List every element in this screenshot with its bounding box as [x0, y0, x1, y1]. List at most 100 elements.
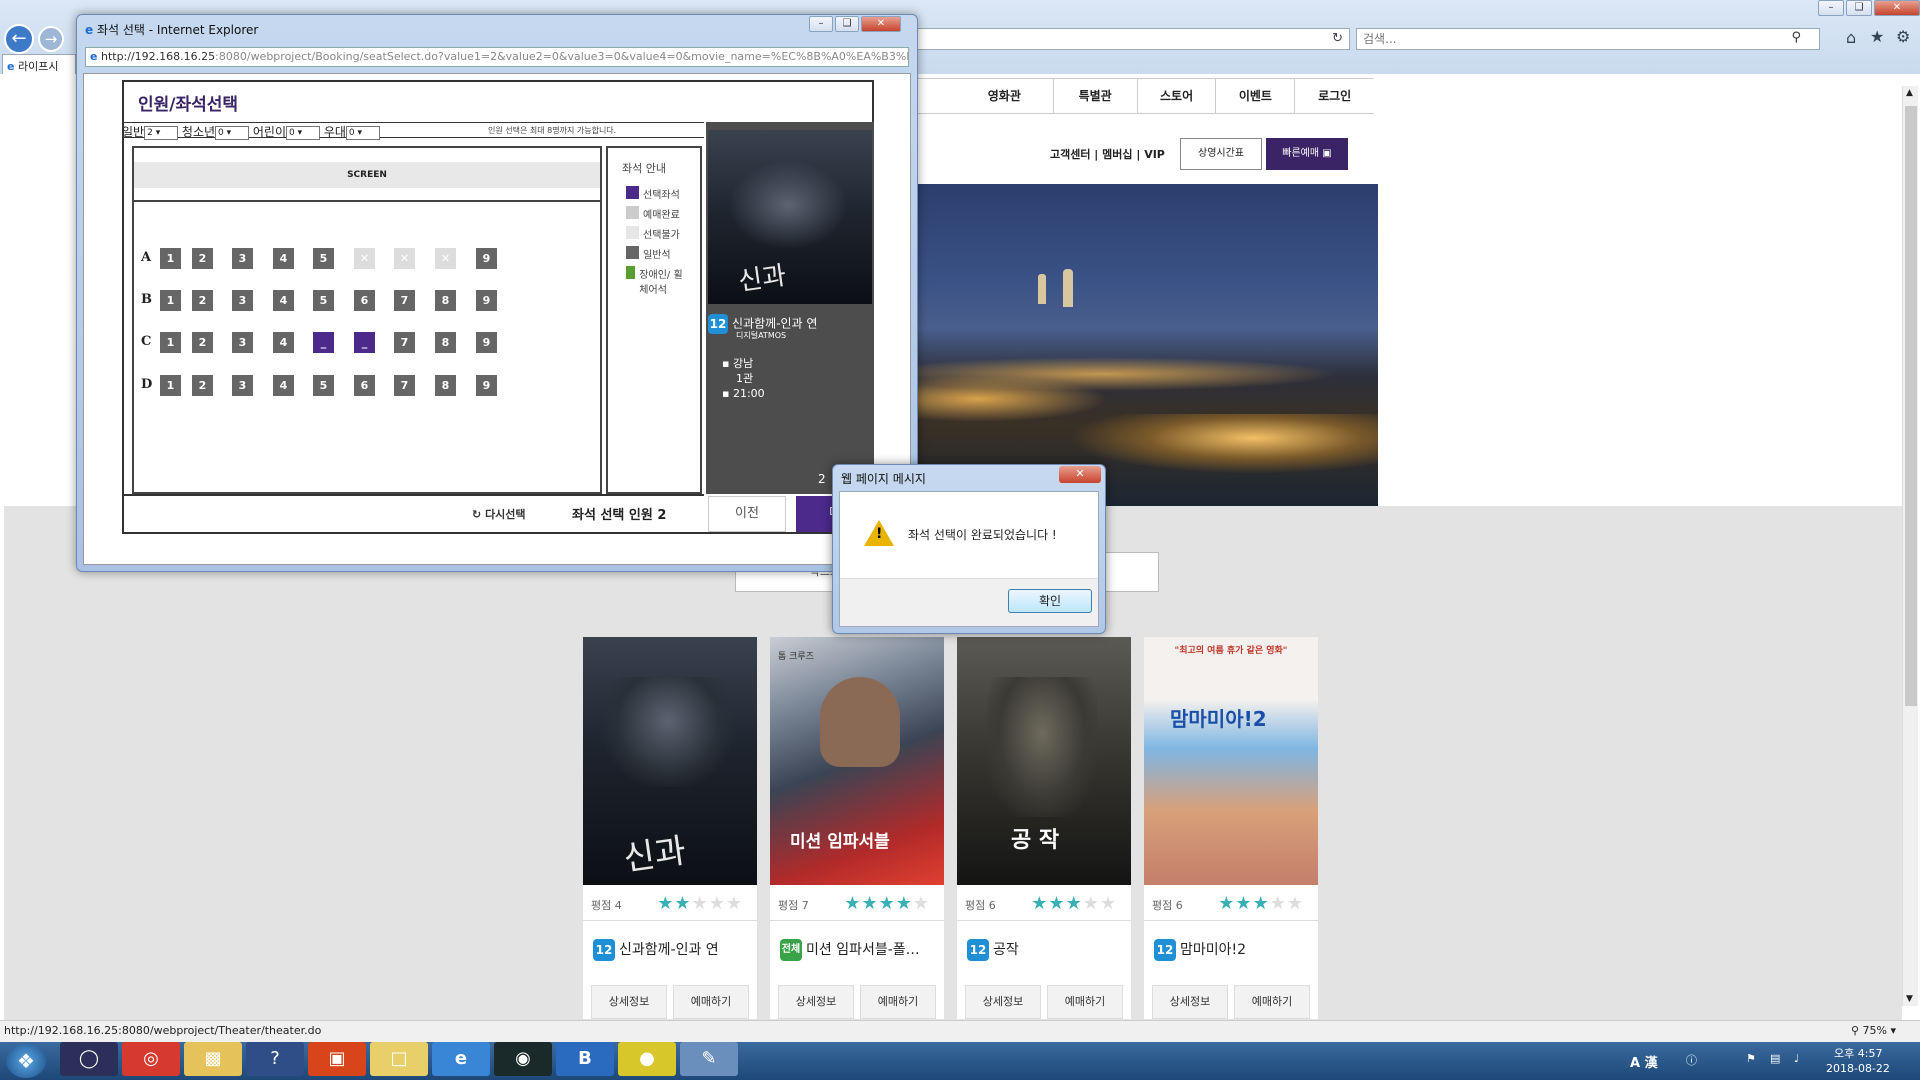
book-button[interactable]: 예매하기 [860, 985, 936, 1019]
taskbar-eclipse-icon[interactable]: ◯ [60, 1042, 118, 1076]
seat-C7[interactable]: 7 [394, 332, 415, 353]
seat-C8[interactable]: 8 [435, 332, 456, 353]
start-button[interactable]: ❖ [6, 1044, 46, 1078]
taskbar-b-icon[interactable]: B [556, 1042, 614, 1076]
help-tray-icon[interactable]: ⓘ [1686, 1052, 1697, 1068]
search-field[interactable]: ⚲ [1356, 28, 1820, 50]
poster-3[interactable]: 공 작 [957, 637, 1131, 885]
taskbar-folder-icon[interactable]: □ [370, 1042, 428, 1076]
browser-tab[interactable]: e 라이프시 [2, 54, 76, 74]
popup-address-bar[interactable]: e http://192.168.16.25:8080/webproject/B… [85, 47, 909, 67]
menu-theater-item[interactable]: 영화관 [916, 79, 1054, 113]
taskbar-kakao-icon[interactable]: ● [618, 1042, 676, 1076]
page-scrollbar[interactable]: ▲ ▼ [1902, 86, 1918, 1006]
home-icon[interactable]: ⌂ [1846, 28, 1856, 47]
seat-C6[interactable]: _ [354, 332, 375, 353]
scroll-up-icon[interactable]: ▲ [1906, 88, 1913, 98]
seat-C4[interactable]: 4 [273, 332, 294, 353]
seat-D4[interactable]: 4 [273, 375, 294, 396]
seat-C5[interactable]: _ [313, 332, 334, 353]
movie-title[interactable]: 12 맘마미아!2 [1154, 939, 1310, 961]
ok-button[interactable]: 확인 [1008, 589, 1092, 613]
seat-C9[interactable]: 9 [476, 332, 497, 353]
seat-B3[interactable]: 3 [232, 290, 253, 311]
seat-B5[interactable]: 5 [313, 290, 334, 311]
dialog-close-button[interactable]: ✕ [1059, 466, 1101, 483]
schedule-button[interactable]: 상영시간표 [1180, 138, 1262, 170]
seat-D6[interactable]: 6 [354, 375, 375, 396]
seat-B7[interactable]: 7 [394, 290, 415, 311]
forward-button[interactable]: → [38, 26, 64, 52]
taskbar-explorer-icon[interactable]: ▩ [184, 1042, 242, 1076]
close-button[interactable]: ✕ [1874, 0, 1920, 16]
movie-title[interactable]: 12 신과함께-인과 연 [593, 939, 749, 961]
seat-C2[interactable]: 2 [192, 332, 213, 353]
seat-A1[interactable]: 1 [160, 248, 181, 269]
count-child-select[interactable]: 0 ▾ [286, 125, 320, 140]
seat-B6[interactable]: 6 [354, 290, 375, 311]
popup-minimize-button[interactable]: – [809, 16, 833, 32]
menu-login-link[interactable]: 로그인 [1295, 79, 1374, 113]
menu-store-link[interactable]: 스토어 [1138, 79, 1217, 113]
clock-time[interactable]: 오후 4:57 [1834, 1045, 1882, 1061]
seat-C1[interactable]: 1 [160, 332, 181, 353]
gear-icon[interactable]: ⚙ [1896, 27, 1910, 46]
detail-button[interactable]: 상세정보 [778, 985, 854, 1019]
refresh-icon[interactable]: ↻ [1332, 31, 1343, 46]
scroll-thumb[interactable] [1905, 106, 1917, 706]
taskbar-obs-icon[interactable]: ◉ [494, 1042, 552, 1076]
seat-B1[interactable]: 1 [160, 290, 181, 311]
detail-button[interactable]: 상세정보 [1152, 985, 1228, 1019]
favorites-icon[interactable]: ★ [1870, 27, 1884, 46]
address-bar-right[interactable]: ↻ [900, 28, 1350, 50]
utility-links[interactable]: 고객센터 | 멤버십 | VIP [1050, 146, 1165, 162]
seat-C3[interactable]: 3 [232, 332, 253, 353]
taskbar-help-icon[interactable]: ? [246, 1042, 304, 1076]
menu-event-link[interactable]: 이벤트 [1216, 79, 1296, 113]
movie-title[interactable]: 전체 미션 임파서블-폴… [780, 939, 936, 961]
seat-D7[interactable]: 7 [394, 375, 415, 396]
scroll-down-icon[interactable]: ▼ [1906, 994, 1913, 1004]
movie-title[interactable]: 12 공작 [967, 939, 1123, 961]
prev-button[interactable]: 이전 [708, 496, 786, 532]
poster-2[interactable]: 톰 크루즈 미션 임파서블 [770, 637, 944, 885]
taskbar-paint-icon[interactable]: ✎ [680, 1042, 738, 1076]
book-button[interactable]: 예매하기 [673, 985, 749, 1019]
count-adult-select[interactable]: 2 ▾ [144, 125, 179, 140]
seat-B4[interactable]: 4 [273, 290, 294, 311]
taskbar-office-icon[interactable]: ▣ [308, 1042, 366, 1076]
book-button[interactable]: 예매하기 [1234, 985, 1310, 1019]
count-senior-select[interactable]: 0 ▾ [345, 125, 380, 140]
seat-A9[interactable]: 9 [476, 248, 497, 269]
volume-icon[interactable]: ♩ [1794, 1052, 1799, 1065]
book-button[interactable]: 예매하기 [1047, 985, 1123, 1019]
seat-D2[interactable]: 2 [192, 375, 213, 396]
minimize-button[interactable]: – [1818, 0, 1844, 16]
seat-B9[interactable]: 9 [476, 290, 497, 311]
seat-A2[interactable]: 2 [192, 248, 213, 269]
seat-D3[interactable]: 3 [232, 375, 253, 396]
taskbar-ie-icon[interactable]: e [432, 1042, 490, 1076]
quick-booking-button[interactable]: 빠른예매 ▣ [1266, 138, 1348, 170]
count-teen-select[interactable]: 0 ▾ [215, 125, 250, 140]
clock-date[interactable]: 2018-08-22 [1826, 1062, 1890, 1075]
search-input[interactable] [1363, 30, 1763, 48]
poster-4[interactable]: "최고의 여름 휴가 같은 영화" 맘마미아!2 [1144, 637, 1318, 885]
menu-special-item[interactable]: 특별관 [1054, 79, 1138, 113]
seat-D1[interactable]: 1 [160, 375, 181, 396]
seat-B8[interactable]: 8 [435, 290, 456, 311]
seat-B2[interactable]: 2 [192, 290, 213, 311]
flag-icon[interactable]: ⚑ [1746, 1052, 1756, 1065]
popup-close-button[interactable]: ✕ [861, 16, 901, 32]
network-icon[interactable]: ▤ [1770, 1052, 1780, 1065]
maximize-button[interactable]: ❑ [1846, 0, 1872, 16]
seat-D8[interactable]: 8 [435, 375, 456, 396]
back-button[interactable]: ← [4, 24, 34, 54]
seat-A4[interactable]: 4 [273, 248, 294, 269]
seat-A3[interactable]: 3 [232, 248, 253, 269]
seat-D9[interactable]: 9 [476, 375, 497, 396]
detail-button[interactable]: 상세정보 [591, 985, 667, 1019]
zoom-control[interactable]: ⚲ 75% ▾ [1851, 1024, 1896, 1037]
search-icon[interactable]: ⚲ [1791, 30, 1801, 45]
taskbar-chrome-icon[interactable]: ◎ [122, 1042, 180, 1076]
